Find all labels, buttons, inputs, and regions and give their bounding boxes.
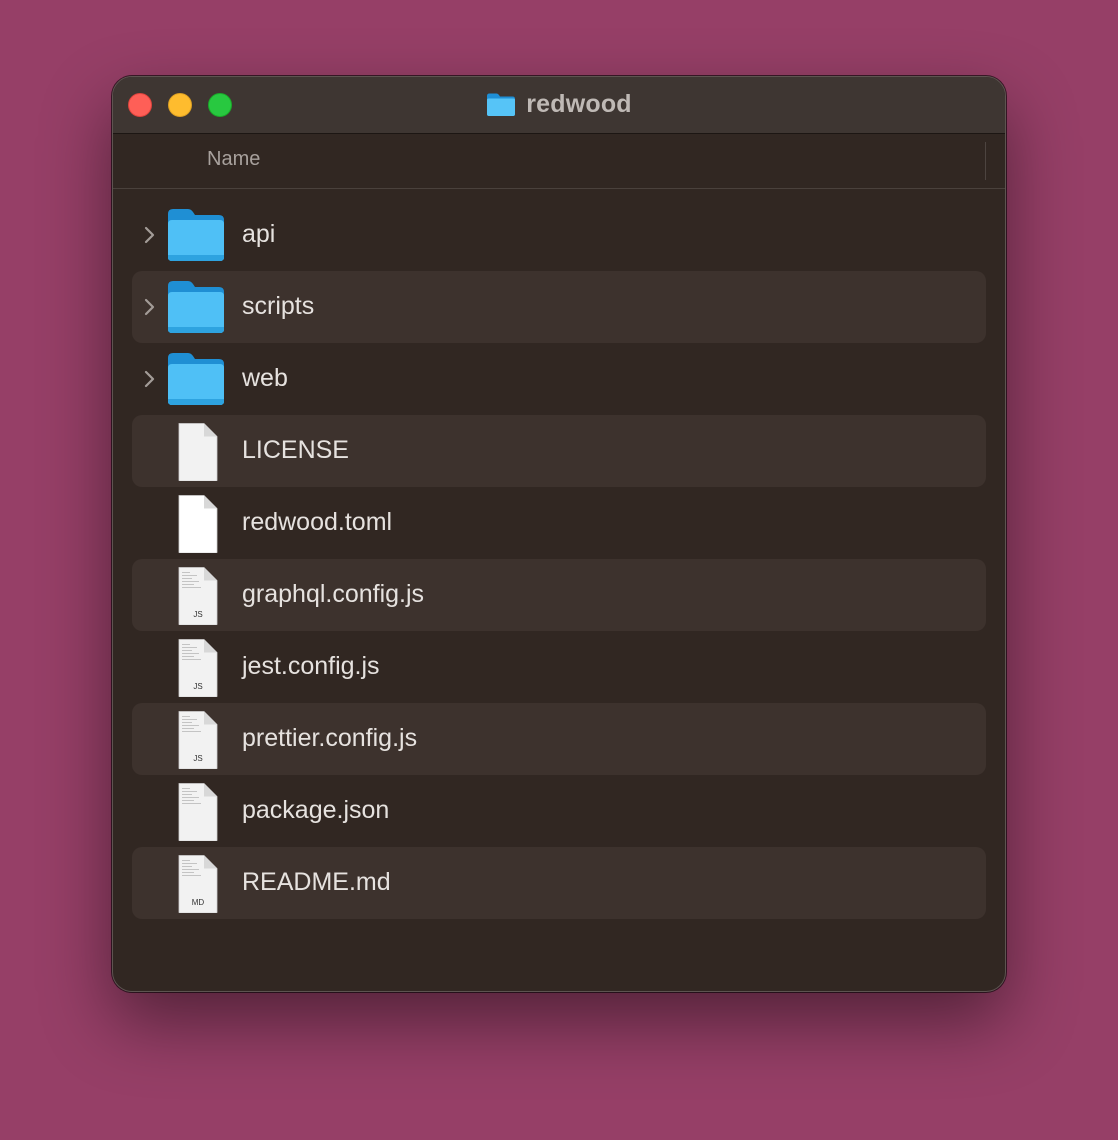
list-item[interactable]: web xyxy=(132,343,986,415)
folder-icon xyxy=(166,207,226,265)
list-item[interactable]: JS jest.config.js xyxy=(132,631,986,703)
file-name: README.md xyxy=(242,868,391,896)
list-item[interactable]: api xyxy=(132,199,986,271)
finder-window: redwood Name api scripts web LICENSE redwood… xyxy=(112,76,1006,992)
file-name: api xyxy=(242,220,276,248)
folder-icon xyxy=(487,93,516,116)
code-file-icon: JS xyxy=(166,567,226,626)
name-column-header[interactable]: Name xyxy=(207,148,260,171)
file-type-badge: JS xyxy=(193,682,203,691)
file-name: prettier.config.js xyxy=(242,724,418,752)
folder-icon xyxy=(166,279,226,337)
file-name: web xyxy=(242,364,288,392)
file-name: graphql.config.js xyxy=(242,580,425,608)
column-divider[interactable] xyxy=(985,142,986,180)
list-item[interactable]: LICENSE xyxy=(132,415,986,487)
file-type-badge: MD xyxy=(191,898,205,907)
file-list: api scripts web LICENSE redwood.toml JS graphq… xyxy=(132,199,986,919)
list-item[interactable]: JS graphql.config.js xyxy=(132,559,986,631)
window-title: redwood xyxy=(113,89,1005,119)
code-file-icon: MD xyxy=(166,855,226,914)
window-title-text: redwood xyxy=(526,89,632,118)
file-type-badge: JS xyxy=(193,754,203,763)
file-name: package.json xyxy=(242,796,390,824)
document-icon xyxy=(166,423,226,482)
file-name: jest.config.js xyxy=(242,652,380,680)
disclosure-chevron-icon[interactable] xyxy=(142,367,158,391)
list-item[interactable]: redwood.toml xyxy=(132,487,986,559)
file-type-badge: JS xyxy=(193,610,203,619)
list-item[interactable]: JS prettier.config.js xyxy=(132,703,986,775)
document-icon xyxy=(166,495,226,554)
column-header: Name xyxy=(113,134,1005,189)
disclosure-chevron-icon[interactable] xyxy=(142,223,158,247)
folder-icon xyxy=(166,351,226,409)
title-bar[interactable]: redwood xyxy=(113,77,1005,134)
list-item[interactable]: scripts xyxy=(132,271,986,343)
code-file-icon xyxy=(166,783,226,842)
file-name: redwood.toml xyxy=(242,508,393,536)
file-name: LICENSE xyxy=(242,436,349,464)
list-item[interactable]: package.json xyxy=(132,775,986,847)
list-item[interactable]: MD README.md xyxy=(132,847,986,919)
file-name: scripts xyxy=(242,292,315,320)
disclosure-chevron-icon[interactable] xyxy=(142,295,158,319)
code-file-icon: JS xyxy=(166,639,226,698)
code-file-icon: JS xyxy=(166,711,226,770)
